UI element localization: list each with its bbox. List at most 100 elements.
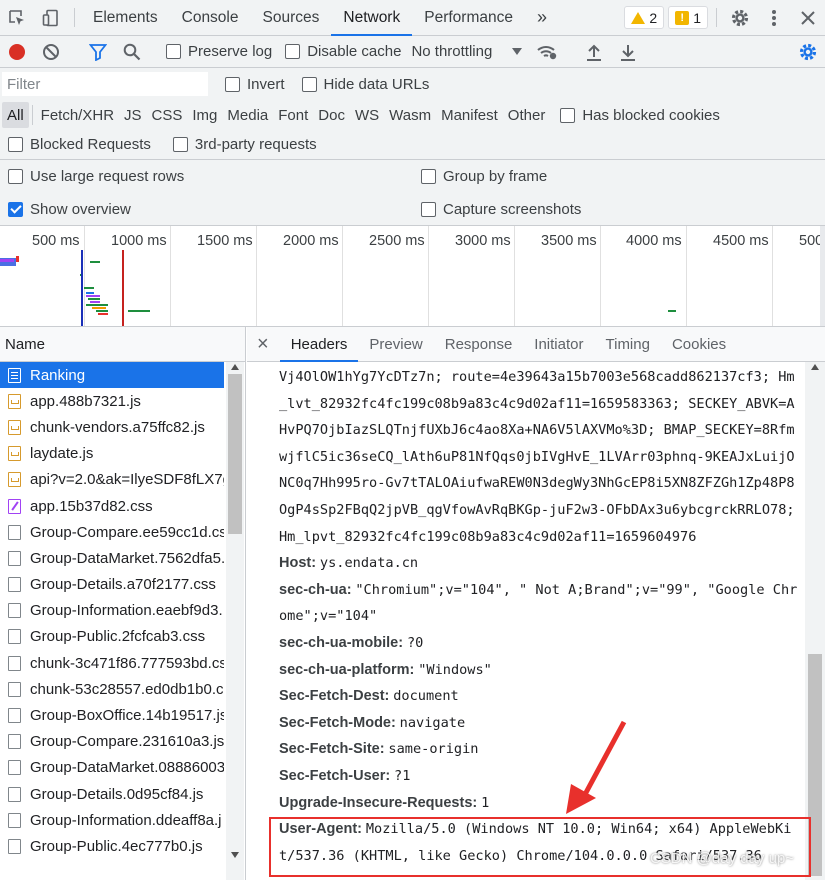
type-fetch-xhr[interactable]: Fetch/XHR	[36, 102, 119, 128]
capture-screenshots-checkbox[interactable]: Capture screenshots	[421, 201, 581, 218]
type-ws[interactable]: WS	[350, 102, 384, 128]
invert-checkbox[interactable]: Invert	[225, 76, 285, 93]
request-row[interactable]: Group-Information.eaebf9d3.	[0, 598, 224, 624]
request-row[interactable]: Group-DataMarket.08886003	[0, 755, 224, 781]
checkbox[interactable]	[225, 76, 240, 92]
network-conditions-icon[interactable]	[530, 36, 564, 68]
request-row[interactable]: api?v=2.0&ak=IlyeSDF8fLX7g	[0, 467, 224, 493]
search-icon[interactable]	[115, 36, 149, 68]
type-media[interactable]: Media	[222, 102, 273, 128]
file-icon	[8, 838, 21, 854]
header-value: ys.endata.cn	[319, 555, 419, 572]
type-js[interactable]: JS	[119, 102, 147, 128]
type-manifest[interactable]: Manifest	[436, 102, 503, 128]
checkbox[interactable]	[421, 202, 436, 217]
checkbox[interactable]	[421, 169, 436, 184]
request-row[interactable]: Ranking	[0, 362, 224, 389]
user-agent-highlight-box	[269, 817, 811, 877]
filter-bar: Invert Hide data URLs	[0, 68, 825, 100]
close-details-button[interactable]: ×	[247, 327, 280, 361]
group-by-frame-checkbox[interactable]: Group by frame	[421, 168, 547, 185]
checkbox[interactable]	[285, 44, 301, 59]
request-row[interactable]: laydate.js	[0, 441, 224, 467]
checkbox[interactable]	[8, 169, 23, 184]
scroll-up-arrow[interactable]	[811, 364, 819, 370]
request-row[interactable]: Group-DataMarket.7562dfa5.	[0, 545, 224, 571]
request-row[interactable]: Group-Public.2fcfcab3.css	[0, 624, 224, 650]
tab-headers[interactable]: Headers	[279, 327, 359, 362]
tab-initiator[interactable]: Initiator	[523, 327, 594, 361]
tab-preview[interactable]: Preview	[358, 327, 433, 361]
tab-performance[interactable]: Performance	[412, 0, 525, 35]
scroll-down-arrow[interactable]	[231, 852, 239, 858]
tab-cookies[interactable]: Cookies	[661, 327, 737, 361]
tab-console[interactable]: Console	[170, 0, 251, 35]
checkbox[interactable]	[172, 137, 188, 152]
request-list-scrollbar[interactable]	[226, 362, 244, 880]
disable-cache-checkbox[interactable]: Disable cache	[285, 43, 401, 60]
tab-sources[interactable]: Sources	[251, 0, 332, 35]
large-rows-checkbox[interactable]: Use large request rows	[8, 168, 184, 185]
has-blocked-cookies-label: Has blocked cookies	[582, 106, 720, 124]
scrollbar-thumb[interactable]	[228, 374, 242, 534]
import-har-icon[interactable]	[577, 36, 611, 68]
export-har-icon[interactable]	[611, 36, 645, 68]
request-row[interactable]: Group-Compare.ee59cc1d.css	[0, 519, 224, 545]
request-row[interactable]: Group-Compare.231610a3.js	[0, 729, 224, 755]
request-name: Group-Details.a70f2177.css	[30, 576, 216, 594]
has-blocked-cookies-checkbox[interactable]: Has blocked cookies	[560, 107, 720, 124]
checkbox-checked[interactable]	[8, 202, 23, 217]
throttling-select[interactable]: No throttling	[411, 43, 523, 60]
third-party-requests-checkbox[interactable]: 3rd-party requests	[172, 136, 317, 153]
tab-response[interactable]: Response	[434, 327, 524, 361]
network-settings-gear-icon[interactable]	[791, 36, 825, 68]
tab-elements[interactable]: Elements	[81, 0, 170, 35]
hide-data-urls-checkbox[interactable]: Hide data URLs	[301, 76, 429, 93]
timeline-overview[interactable]: 500 ms 1000 ms 1500 ms 2000 ms 2500 ms 3…	[0, 226, 825, 327]
scroll-up-arrow[interactable]	[231, 364, 239, 370]
type-other[interactable]: Other	[503, 102, 551, 128]
blocked-requests-checkbox[interactable]: Blocked Requests	[8, 136, 151, 153]
header-value: ome";v="104"	[279, 608, 378, 625]
request-row[interactable]: chunk-53c28557.ed0db1b0.cs	[0, 676, 224, 702]
type-wasm[interactable]: Wasm	[384, 102, 436, 128]
filter-input[interactable]	[2, 72, 208, 96]
checkbox[interactable]	[8, 137, 23, 152]
warnings-badge[interactable]: 2	[624, 6, 665, 29]
record-icon[interactable]	[0, 36, 34, 68]
name-column-header[interactable]: Name	[0, 327, 245, 362]
settings-gear-icon[interactable]	[723, 0, 757, 35]
request-row[interactable]: chunk-vendors.a75ffc82.js	[0, 414, 224, 440]
type-css[interactable]: CSS	[147, 102, 188, 128]
show-overview-checkbox[interactable]: Show overview	[8, 201, 131, 218]
more-options-icon[interactable]	[757, 0, 791, 35]
type-font[interactable]: Font	[273, 102, 313, 128]
type-doc[interactable]: Doc	[313, 102, 350, 128]
filter-icon[interactable]	[81, 36, 115, 68]
request-row[interactable]: chunk-3c471f86.777593bd.css	[0, 650, 224, 676]
request-row[interactable]: app.15b37d82.css	[0, 493, 224, 519]
close-devtools-icon[interactable]	[791, 0, 825, 35]
request-row[interactable]: Group-Details.a70f2177.css	[0, 572, 224, 598]
checkbox[interactable]	[301, 76, 317, 92]
clear-icon[interactable]	[34, 36, 68, 68]
tab-timing[interactable]: Timing	[595, 327, 661, 361]
inspect-element-icon[interactable]	[0, 0, 34, 35]
red-arrow-annotation	[566, 720, 627, 814]
request-row[interactable]: Group-Public.4ec777b0.js	[0, 833, 224, 859]
errors-badge[interactable]: ! 1	[668, 6, 708, 29]
type-img[interactable]: Img	[187, 102, 222, 128]
type-all[interactable]: All	[2, 102, 29, 128]
tab-network[interactable]: Network	[331, 0, 413, 36]
device-toolbar-icon[interactable]	[34, 0, 68, 35]
request-row[interactable]: Group-Information.ddeaff8a.j	[0, 807, 224, 833]
checkbox[interactable]	[560, 107, 576, 123]
details-scrollbar[interactable]	[805, 362, 825, 880]
request-row[interactable]: Group-Details.0d95cf84.js	[0, 781, 224, 807]
request-row[interactable]: app.488b7321.js	[0, 388, 224, 414]
preserve-log-checkbox[interactable]: Preserve log	[166, 43, 272, 60]
file-icon	[8, 655, 21, 671]
checkbox[interactable]	[166, 44, 181, 59]
request-row[interactable]: Group-BoxOffice.14b19517.js	[0, 702, 224, 728]
more-tabs-button[interactable]: »	[525, 0, 559, 35]
